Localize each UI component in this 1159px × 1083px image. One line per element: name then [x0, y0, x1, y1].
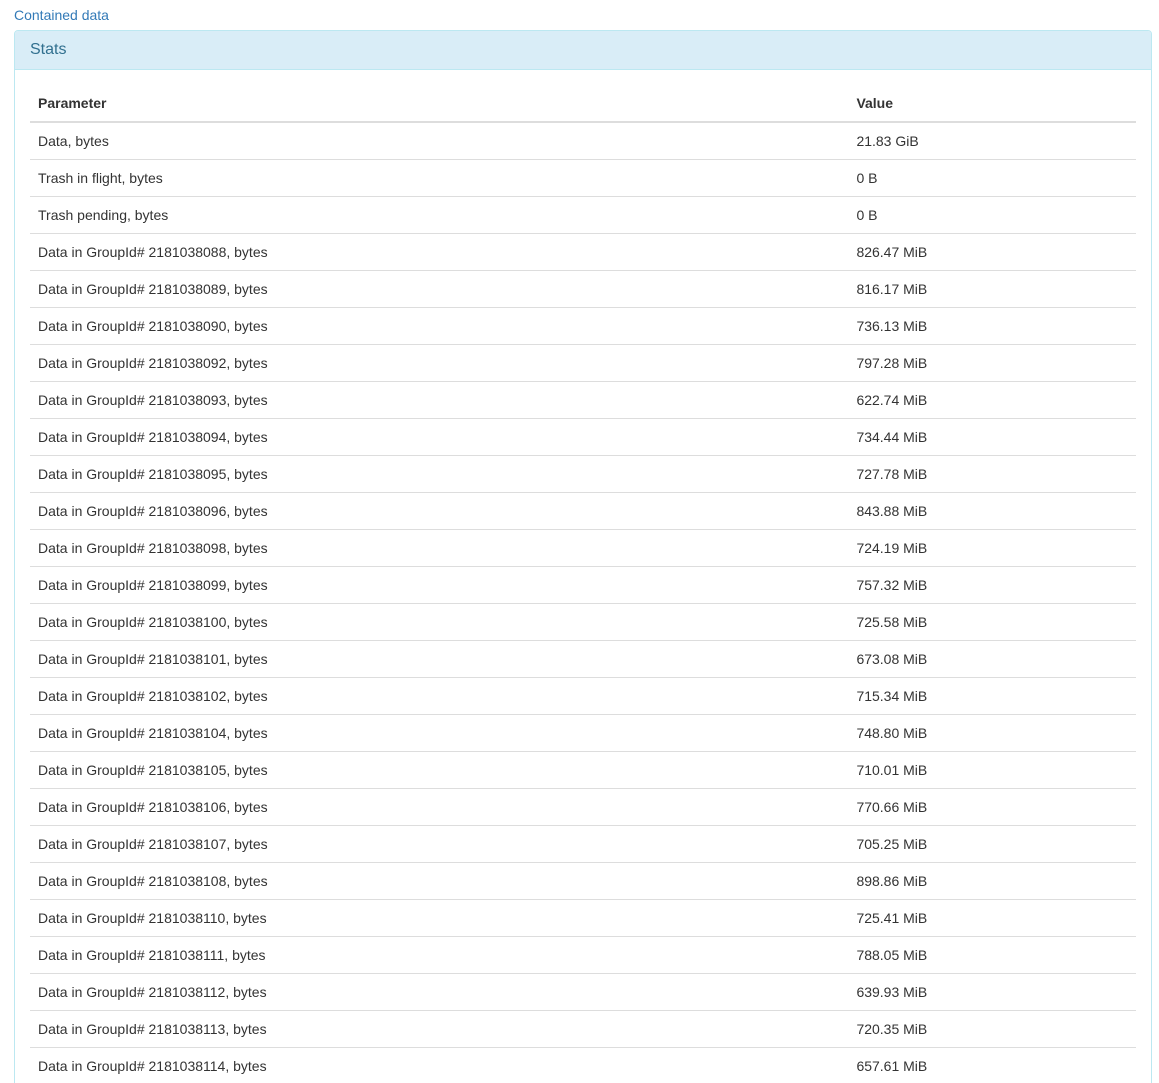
parameter-cell: Data in GroupId# 2181038111, bytes — [30, 936, 848, 973]
parameter-cell: Data in GroupId# 2181038093, bytes — [30, 381, 848, 418]
table-row: Data in GroupId# 2181038114, bytes 657.6… — [30, 1047, 1136, 1083]
table-row: Data in GroupId# 2181038099, bytes 757.3… — [30, 566, 1136, 603]
table-row: Data in GroupId# 2181038110, bytes 725.4… — [30, 899, 1136, 936]
parameter-cell: Trash pending, bytes — [30, 196, 848, 233]
value-cell: 826.47 MiB — [848, 233, 1136, 270]
value-cell: 21.83 GiB — [848, 122, 1136, 160]
parameter-cell: Data in GroupId# 2181038113, bytes — [30, 1010, 848, 1047]
table-row: Trash pending, bytes 0 B — [30, 196, 1136, 233]
parameter-cell: Data in GroupId# 2181038102, bytes — [30, 677, 848, 714]
table-row: Trash in flight, bytes 0 B — [30, 159, 1136, 196]
parameter-cell: Data in GroupId# 2181038110, bytes — [30, 899, 848, 936]
table-row: Data in GroupId# 2181038113, bytes 720.3… — [30, 1010, 1136, 1047]
value-cell: 725.58 MiB — [848, 603, 1136, 640]
table-row: Data in GroupId# 2181038089, bytes 816.1… — [30, 270, 1136, 307]
value-cell: 720.35 MiB — [848, 1010, 1136, 1047]
stats-table-body: Data, bytes 21.83 GiB Trash in flight, b… — [30, 122, 1136, 1083]
value-cell: 657.61 MiB — [848, 1047, 1136, 1083]
value-cell: 736.13 MiB — [848, 307, 1136, 344]
value-cell: 639.93 MiB — [848, 973, 1136, 1010]
table-row: Data in GroupId# 2181038098, bytes 724.1… — [30, 529, 1136, 566]
table-row: Data in GroupId# 2181038104, bytes 748.8… — [30, 714, 1136, 751]
table-row: Data in GroupId# 2181038096, bytes 843.8… — [30, 492, 1136, 529]
table-row: Data in GroupId# 2181038106, bytes 770.6… — [30, 788, 1136, 825]
value-cell: 727.78 MiB — [848, 455, 1136, 492]
table-header-row: Parameter Value — [30, 85, 1136, 122]
parameter-cell: Data in GroupId# 2181038106, bytes — [30, 788, 848, 825]
table-row: Data in GroupId# 2181038107, bytes 705.2… — [30, 825, 1136, 862]
table-row: Data in GroupId# 2181038092, bytes 797.2… — [30, 344, 1136, 381]
table-row: Data in GroupId# 2181038105, bytes 710.0… — [30, 751, 1136, 788]
parameter-cell: Data in GroupId# 2181038114, bytes — [30, 1047, 848, 1083]
parameter-cell: Data in GroupId# 2181038112, bytes — [30, 973, 848, 1010]
value-cell: 710.01 MiB — [848, 751, 1136, 788]
parameter-cell: Data in GroupId# 2181038100, bytes — [30, 603, 848, 640]
value-cell: 725.41 MiB — [848, 899, 1136, 936]
table-row: Data in GroupId# 2181038095, bytes 727.7… — [30, 455, 1136, 492]
column-header-value: Value — [848, 85, 1136, 122]
parameter-cell: Data in GroupId# 2181038104, bytes — [30, 714, 848, 751]
parameter-cell: Data in GroupId# 2181038096, bytes — [30, 492, 848, 529]
value-cell: 797.28 MiB — [848, 344, 1136, 381]
stats-panel-header: Stats — [15, 31, 1151, 70]
value-cell: 898.86 MiB — [848, 862, 1136, 899]
contained-data-link-row: Contained data — [14, 5, 1152, 25]
parameter-cell: Data in GroupId# 2181038088, bytes — [30, 233, 848, 270]
table-row: Data in GroupId# 2181038093, bytes 622.7… — [30, 381, 1136, 418]
value-cell: 748.80 MiB — [848, 714, 1136, 751]
table-row: Data, bytes 21.83 GiB — [30, 122, 1136, 160]
column-header-parameter: Parameter — [30, 85, 848, 122]
value-cell: 705.25 MiB — [848, 825, 1136, 862]
parameter-cell: Data in GroupId# 2181038098, bytes — [30, 529, 848, 566]
value-cell: 0 B — [848, 159, 1136, 196]
parameter-cell: Data in GroupId# 2181038099, bytes — [30, 566, 848, 603]
value-cell: 788.05 MiB — [848, 936, 1136, 973]
value-cell: 843.88 MiB — [848, 492, 1136, 529]
contained-data-link[interactable]: Contained data — [14, 7, 109, 23]
parameter-cell: Trash in flight, bytes — [30, 159, 848, 196]
parameter-cell: Data in GroupId# 2181038108, bytes — [30, 862, 848, 899]
parameter-cell: Data in GroupId# 2181038105, bytes — [30, 751, 848, 788]
table-row: Data in GroupId# 2181038100, bytes 725.5… — [30, 603, 1136, 640]
value-cell: 816.17 MiB — [848, 270, 1136, 307]
value-cell: 0 B — [848, 196, 1136, 233]
parameter-cell: Data in GroupId# 2181038101, bytes — [30, 640, 848, 677]
parameter-cell: Data in GroupId# 2181038095, bytes — [30, 455, 848, 492]
parameter-cell: Data in GroupId# 2181038090, bytes — [30, 307, 848, 344]
table-row: Data in GroupId# 2181038112, bytes 639.9… — [30, 973, 1136, 1010]
parameter-cell: Data in GroupId# 2181038107, bytes — [30, 825, 848, 862]
value-cell: 622.74 MiB — [848, 381, 1136, 418]
table-row: Data in GroupId# 2181038101, bytes 673.0… — [30, 640, 1136, 677]
value-cell: 770.66 MiB — [848, 788, 1136, 825]
table-row: Data in GroupId# 2181038111, bytes 788.0… — [30, 936, 1136, 973]
parameter-cell: Data in GroupId# 2181038094, bytes — [30, 418, 848, 455]
value-cell: 734.44 MiB — [848, 418, 1136, 455]
table-row: Data in GroupId# 2181038102, bytes 715.3… — [30, 677, 1136, 714]
value-cell: 724.19 MiB — [848, 529, 1136, 566]
value-cell: 715.34 MiB — [848, 677, 1136, 714]
table-row: Data in GroupId# 2181038108, bytes 898.8… — [30, 862, 1136, 899]
parameter-cell: Data, bytes — [30, 122, 848, 160]
value-cell: 673.08 MiB — [848, 640, 1136, 677]
stats-panel-body: Parameter Value Data, bytes 21.83 GiB Tr… — [15, 70, 1151, 1083]
table-row: Data in GroupId# 2181038094, bytes 734.4… — [30, 418, 1136, 455]
stats-table: Parameter Value Data, bytes 21.83 GiB Tr… — [30, 85, 1136, 1083]
table-row: Data in GroupId# 2181038088, bytes 826.4… — [30, 233, 1136, 270]
parameter-cell: Data in GroupId# 2181038092, bytes — [30, 344, 848, 381]
stats-panel: Stats Parameter Value Data, bytes 21.83 … — [14, 30, 1152, 1083]
parameter-cell: Data in GroupId# 2181038089, bytes — [30, 270, 848, 307]
table-row: Data in GroupId# 2181038090, bytes 736.1… — [30, 307, 1136, 344]
value-cell: 757.32 MiB — [848, 566, 1136, 603]
